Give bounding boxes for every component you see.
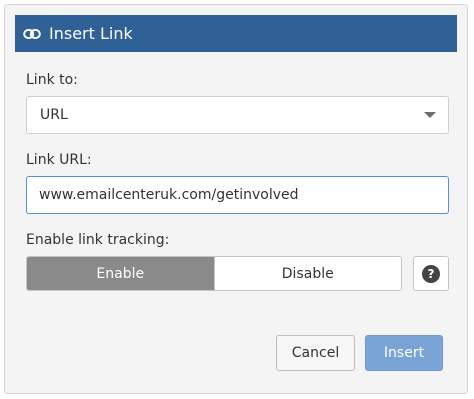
link-url-label: Link URL: [26, 152, 92, 168]
link-icon [23, 28, 41, 40]
tracking-label: Enable link tracking: [26, 232, 170, 248]
tracking-enable-option[interactable]: Enable [27, 257, 215, 290]
insert-link-dialog: Insert Link Link to: URL Link URL: Enabl… [4, 4, 468, 394]
tracking-toggle: Enable Disable [26, 256, 402, 291]
link-to-selected-value: URL [40, 107, 68, 123]
help-button[interactable]: ? [413, 256, 449, 291]
link-url-input[interactable] [26, 176, 449, 214]
question-mark-icon: ? [422, 264, 440, 283]
link-to-label: Link to: [26, 72, 78, 88]
dialog-header: Insert Link [15, 15, 457, 52]
chevron-down-icon [424, 112, 436, 118]
link-to-select[interactable]: URL [26, 96, 449, 134]
dialog-title: Insert Link [49, 24, 133, 43]
tracking-disable-option[interactable]: Disable [215, 257, 402, 290]
insert-button[interactable]: Insert [365, 335, 443, 371]
cancel-button[interactable]: Cancel [276, 335, 355, 371]
